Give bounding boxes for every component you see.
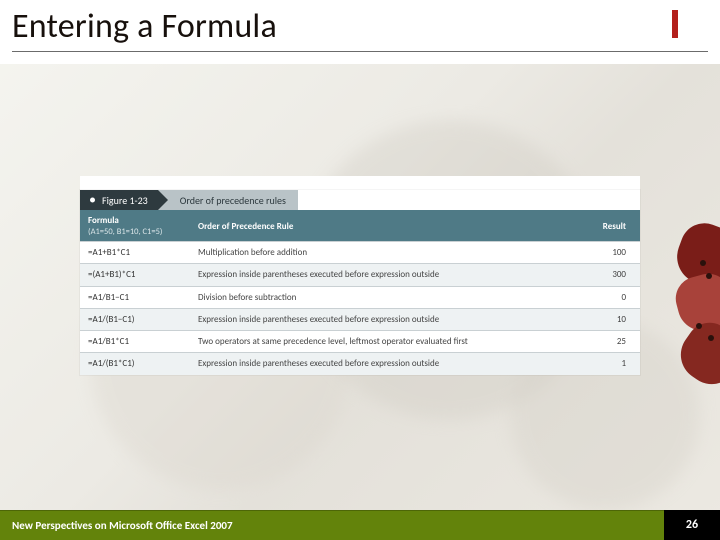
- slide: Entering a Formula Figure 1-23 Order of …: [0, 0, 720, 540]
- cell-rule: Two operators at same precedence level, …: [190, 331, 578, 353]
- figure-caption: Order of precedence rules: [168, 190, 298, 210]
- seed-icon: [700, 260, 706, 266]
- cell-rule: Division before subtraction: [190, 286, 578, 308]
- figure-header: Figure 1-23 Order of precedence rules: [80, 190, 640, 210]
- cell-rule: Multiplication before addition: [190, 242, 578, 264]
- precedence-table: Formula (A1=50, B1=10, C1=5) Order of Pr…: [80, 210, 640, 375]
- footer-text: New Perspectives on Microsoft Office Exc…: [0, 510, 664, 540]
- col-formula-sublabel: (A1=50, B1=10, C1=5): [88, 227, 182, 237]
- table-header-row: Formula (A1=50, B1=10, C1=5) Order of Pr…: [80, 210, 640, 242]
- figure-panel: Figure 1-23 Order of precedence rules Fo…: [80, 190, 640, 375]
- cell-result: 0: [578, 286, 640, 308]
- cell-result: 10: [578, 308, 640, 330]
- col-formula: Formula (A1=50, B1=10, C1=5): [80, 210, 190, 242]
- cell-formula: =A1/(B1−C1): [80, 308, 190, 330]
- figure-top-whitespace: [80, 176, 640, 190]
- figure-arrow-icon: [158, 190, 168, 210]
- col-formula-label: Formula: [88, 215, 119, 226]
- title-band: Entering a Formula: [0, 0, 720, 64]
- cell-formula: =A1/(B1*C1): [80, 353, 190, 375]
- table-row: =A1+B1*C1Multiplication before addition1…: [80, 242, 640, 264]
- col-rule: Order of Precedence Rule: [190, 210, 578, 242]
- title-accent-bar: [672, 10, 678, 38]
- cell-result: 100: [578, 242, 640, 264]
- title-underline: [12, 51, 708, 52]
- cell-rule: Expression inside parentheses executed b…: [190, 264, 578, 286]
- cell-formula: =A1/B1*C1: [80, 331, 190, 353]
- cell-result: 1: [578, 353, 640, 375]
- table-row: =(A1+B1)*C1Expression inside parentheses…: [80, 264, 640, 286]
- table-row: =A1/B1*C1Two operators at same precedenc…: [80, 331, 640, 353]
- cell-result: 25: [578, 331, 640, 353]
- seed-icon: [708, 335, 714, 341]
- cell-rule: Expression inside parentheses executed b…: [190, 353, 578, 375]
- cell-result: 300: [578, 264, 640, 286]
- side-flower-decor: [670, 215, 720, 415]
- figure-number: Figure 1-23: [80, 190, 158, 210]
- cell-rule: Expression inside parentheses executed b…: [190, 308, 578, 330]
- cell-formula: =(A1+B1)*C1: [80, 264, 190, 286]
- footer: New Perspectives on Microsoft Office Exc…: [0, 510, 720, 540]
- col-result: Result: [578, 210, 640, 242]
- cell-formula: =A1/B1−C1: [80, 286, 190, 308]
- table-row: =A1/(B1*C1)Expression inside parentheses…: [80, 353, 640, 375]
- cell-formula: =A1+B1*C1: [80, 242, 190, 264]
- table-row: =A1/B1−C1Division before subtraction0: [80, 286, 640, 308]
- table-body: =A1+B1*C1Multiplication before addition1…: [80, 242, 640, 375]
- slide-title: Entering a Formula: [12, 6, 708, 47]
- figure-header-spacer: [298, 190, 640, 210]
- page-number: 26: [664, 510, 720, 540]
- seed-icon: [706, 273, 712, 279]
- table-row: =A1/(B1−C1)Expression inside parentheses…: [80, 308, 640, 330]
- seed-icon: [696, 323, 702, 329]
